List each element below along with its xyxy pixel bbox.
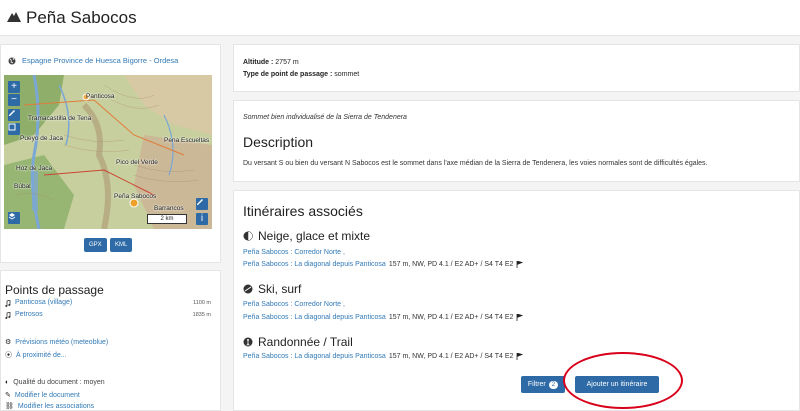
activity-name: Neige, glace et mixte bbox=[258, 229, 371, 243]
gear-icon: ⚙ bbox=[5, 339, 12, 346]
route-item[interactable]: Peña Sabocos : La diagonal depuis Pantic… bbox=[243, 261, 524, 268]
gpx-button[interactable]: GPX bbox=[84, 238, 107, 252]
page-title: Peña Sabocos bbox=[26, 8, 137, 27]
waypoint-altitude: 1835 m bbox=[192, 312, 211, 318]
route-meta: 157 m, NW, PD 4.1 / E2 AD+ / S4 T4 E2 bbox=[388, 314, 514, 321]
edit-document-label[interactable]: Modifier le document bbox=[15, 392, 80, 399]
map-label: Peña Sabocos bbox=[114, 193, 157, 200]
weather-link[interactable]: ⚙ Prévisions météo (meteoblue) bbox=[5, 338, 108, 347]
route-item[interactable]: Peña Sabocos : Corredor Norte , bbox=[243, 249, 345, 256]
fullscreen-icon bbox=[8, 123, 16, 131]
edit-document-link[interactable]: ✎ Modifier le document bbox=[5, 391, 80, 400]
route-link[interactable]: Peña Sabocos : La diagonal depuis Pantic… bbox=[243, 261, 386, 268]
type-value: sommet bbox=[334, 71, 360, 78]
filter-label: Filtrer bbox=[527, 381, 546, 388]
location-line: Espagne Province de Huesca Bigorre - Ord… bbox=[8, 56, 178, 65]
map-label: Pueyo de Jaca bbox=[20, 135, 64, 142]
snow-ice-mixed-icon bbox=[243, 231, 253, 241]
edit-map-button[interactable] bbox=[196, 198, 208, 210]
location-breadcrumb[interactable]: Espagne Province de Huesca Bigorre - Ord… bbox=[22, 56, 178, 65]
edit-icon: ✎ bbox=[5, 392, 11, 399]
location-pin-icon: ⦿ bbox=[5, 352, 12, 359]
waypoint-name[interactable]: Petrosos bbox=[15, 310, 43, 320]
altitude-line: Altitude : 2757 m bbox=[243, 59, 299, 66]
route-link[interactable]: Peña Sabocos : La diagonal depuis Pantic… bbox=[243, 353, 386, 360]
route-item[interactable]: Peña Sabocos : La diagonal depuis Pantic… bbox=[243, 314, 524, 321]
flag-icon bbox=[517, 353, 524, 360]
highlight-annotation bbox=[563, 352, 683, 409]
edit-associations-label[interactable]: Modifier les associations bbox=[18, 403, 94, 410]
route-link[interactable]: Peña Sabocos : La diagonal depuis Pantic… bbox=[243, 314, 386, 321]
link-icon: ⛓ bbox=[5, 403, 14, 410]
top-bar: Peña Sabocos bbox=[0, 0, 800, 36]
map-label: Panticosa bbox=[86, 93, 115, 100]
altitude-value: 2757 bbox=[275, 59, 291, 66]
hiking-icon bbox=[243, 337, 253, 347]
weather-link-label[interactable]: Prévisions météo (meteoblue) bbox=[15, 339, 108, 346]
quality-label: Qualité du document : moyen bbox=[13, 379, 105, 386]
map-view[interactable]: + − Panticosa Tramacastilla de Tena Puey… bbox=[4, 75, 212, 229]
description-card bbox=[233, 100, 800, 182]
mountain-icon bbox=[7, 12, 21, 22]
map-scale: 2 km bbox=[147, 214, 187, 224]
type-label: Type de point de passage : bbox=[243, 71, 333, 78]
pencil-icon bbox=[197, 199, 203, 205]
type-line: Type de point de passage : sommet bbox=[243, 71, 359, 78]
info-card bbox=[233, 44, 800, 92]
route-link[interactable]: Peña Sabocos : Corredor Norte , bbox=[243, 301, 345, 308]
route-link[interactable]: Peña Sabocos : Corredor Norte , bbox=[243, 249, 345, 256]
list-item[interactable]: Petrosos 1835 m bbox=[5, 310, 211, 320]
map-label: Búbal bbox=[14, 183, 31, 190]
description-title: Description bbox=[243, 134, 314, 150]
altitude-label: Altitude : bbox=[243, 59, 274, 66]
summary-text: Sommet bien individualisé de la Sierra d… bbox=[243, 114, 407, 121]
music-note-icon bbox=[5, 300, 11, 307]
draw-tool-button[interactable] bbox=[8, 109, 20, 121]
edit-associations-link[interactable]: ⛓ Modifier les associations bbox=[5, 402, 94, 411]
waypoint-name[interactable]: Panticosa (village) bbox=[15, 298, 72, 308]
activity-name: Ski, surf bbox=[258, 282, 302, 296]
pencil-icon bbox=[9, 110, 15, 116]
description-text: Du versant S ou bien du versant N Saboco… bbox=[243, 160, 708, 167]
map-label: Hoz de Jaca bbox=[16, 165, 53, 172]
map-label: Tramacastilla de Tena bbox=[28, 115, 92, 122]
nearby-link-label[interactable]: À proximité de... bbox=[16, 352, 67, 359]
activity-name: Randonnée / Trail bbox=[258, 335, 353, 349]
activity-heading: Randonnée / Trail bbox=[243, 335, 353, 349]
nearby-link[interactable]: ⦿ À proximité de... bbox=[5, 350, 67, 360]
activity-heading: Neige, glace et mixte bbox=[243, 229, 370, 243]
flag-icon bbox=[517, 261, 524, 268]
layers-icon bbox=[8, 213, 16, 220]
map-label: Pico del Verde bbox=[116, 159, 158, 166]
fullscreen-button[interactable] bbox=[8, 123, 20, 135]
zoom-in-button[interactable]: + bbox=[8, 81, 20, 93]
info-button[interactable]: i bbox=[196, 213, 208, 225]
quality-info: ◐ Qualité du document : moyen bbox=[5, 379, 105, 386]
waypoints-title: Points de passage bbox=[5, 283, 104, 297]
altitude-unit: m bbox=[292, 59, 299, 66]
itineraries-title: Itinéraires associés bbox=[243, 203, 363, 219]
waypoint-altitude: 1100 m bbox=[193, 300, 211, 306]
filter-button[interactable]: Filtrer 2 bbox=[521, 376, 565, 393]
half-circle-icon: ◐ bbox=[5, 379, 10, 386]
flag-icon bbox=[517, 314, 524, 321]
route-item[interactable]: Peña Sabocos : La diagonal depuis Pantic… bbox=[243, 353, 524, 360]
music-note-icon bbox=[5, 312, 11, 319]
kml-button[interactable]: KML bbox=[110, 238, 133, 252]
route-meta: 157 m, NW, PD 4.1 / E2 AD+ / S4 T4 E2 bbox=[388, 261, 514, 268]
filter-count-badge: 2 bbox=[548, 380, 559, 389]
globe-icon bbox=[8, 57, 16, 64]
route-item[interactable]: Peña Sabocos : Corredor Norte , bbox=[243, 301, 345, 308]
list-item[interactable]: Panticosa (village) 1100 m bbox=[5, 298, 211, 308]
ski-icon bbox=[243, 284, 253, 294]
map-label: Pena Escueltas bbox=[164, 137, 210, 144]
layers-button[interactable] bbox=[8, 212, 20, 224]
zoom-out-button[interactable]: − bbox=[8, 94, 20, 106]
route-meta: 157 m, NW, PD 4.1 / E2 AD+ / S4 T4 E2 bbox=[388, 353, 514, 360]
activity-heading: Ski, surf bbox=[243, 282, 301, 296]
map-label: Barrancos bbox=[154, 205, 184, 212]
